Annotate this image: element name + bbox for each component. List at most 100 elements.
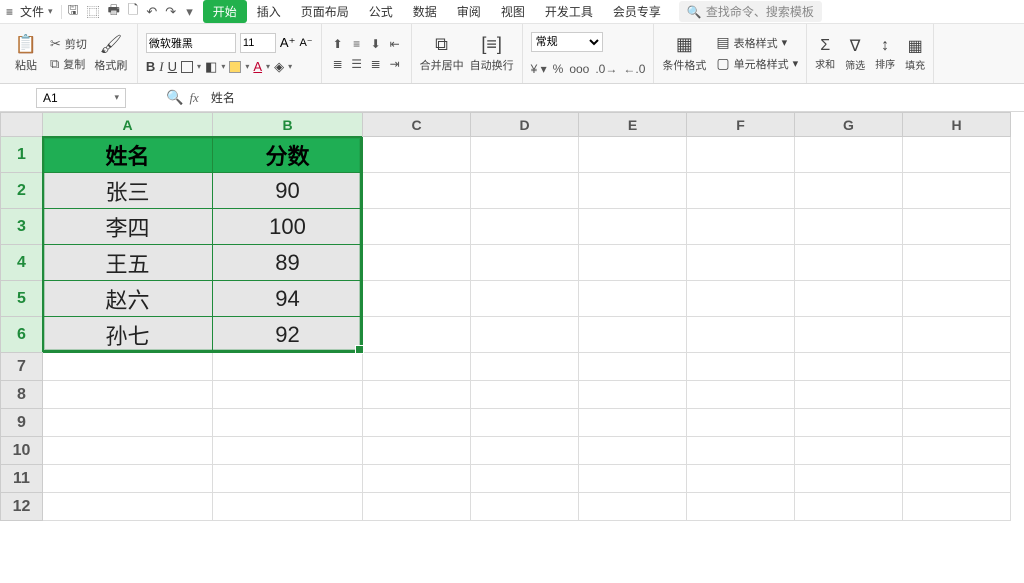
cell-B2[interactable]: 90 (213, 173, 363, 209)
cell-F12[interactable] (687, 493, 795, 521)
cell-B8[interactable] (213, 381, 363, 409)
cell-C5[interactable] (363, 281, 471, 317)
cell-E10[interactable] (579, 437, 687, 465)
percent-icon[interactable]: % (553, 62, 564, 76)
cell-H2[interactable] (903, 173, 1011, 209)
tab-2[interactable]: 页面布局 (291, 0, 359, 23)
format-painter-button[interactable]: 🖌 格式刷 (93, 34, 129, 73)
undo-icon[interactable]: ↶ (146, 4, 157, 20)
cell-A2[interactable]: 张三 (43, 173, 213, 209)
cell-C8[interactable] (363, 381, 471, 409)
cell-H12[interactable] (903, 493, 1011, 521)
cell-C2[interactable] (363, 173, 471, 209)
cell-G2[interactable] (795, 173, 903, 209)
table-style-button[interactable]: ▤表格样式▾ (716, 34, 798, 51)
save-icon[interactable]: 🖫 (68, 1, 79, 23)
border-more-icon[interactable]: ▾ (197, 62, 201, 71)
cell-F5[interactable] (687, 281, 795, 317)
preview2-icon[interactable]: 🗋 (128, 1, 138, 23)
dec-inc-icon[interactable]: .0→ (595, 62, 617, 76)
tab-6[interactable]: 视图 (491, 0, 535, 23)
cond-format-button[interactable]: ▦ 条件格式 (662, 34, 706, 73)
col-header-F[interactable]: F (687, 113, 795, 137)
formula-text[interactable]: 姓名 (211, 89, 235, 106)
cell-H7[interactable] (903, 353, 1011, 381)
tab-7[interactable]: 开发工具 (535, 0, 603, 23)
cell-C6[interactable] (363, 317, 471, 353)
search-box[interactable]: 🔍 查找命令、搜索模板 (679, 1, 822, 22)
cut-button[interactable]: ✂剪切 (50, 36, 87, 52)
cell-G10[interactable] (795, 437, 903, 465)
tab-3[interactable]: 公式 (359, 0, 403, 23)
font-size-select[interactable] (240, 33, 276, 53)
cell-A9[interactable] (43, 409, 213, 437)
cell-D9[interactable] (471, 409, 579, 437)
cell-A11[interactable] (43, 465, 213, 493)
cell-C11[interactable] (363, 465, 471, 493)
row-header-2[interactable]: 2 (1, 173, 43, 209)
increase-font-icon[interactable]: A⁺ (280, 35, 296, 51)
cell-H1[interactable] (903, 137, 1011, 173)
zoom-icon[interactable]: 🔍 (166, 89, 183, 106)
col-header-E[interactable]: E (579, 113, 687, 137)
merge-center-button[interactable]: ⧉ 合并居中 (420, 34, 464, 73)
fill-button[interactable]: ▦填充 (905, 36, 925, 72)
fill-more-icon[interactable]: ▾ (245, 62, 249, 71)
cell-C7[interactable] (363, 353, 471, 381)
cell-D2[interactable] (471, 173, 579, 209)
align-right-icon[interactable]: ≣ (368, 57, 384, 71)
tab-5[interactable]: 审阅 (447, 0, 491, 23)
cell-B7[interactable] (213, 353, 363, 381)
cell-A1[interactable]: 姓名 (43, 137, 213, 173)
paste-button[interactable]: 📋 粘贴 (8, 34, 44, 73)
cell-B1[interactable]: 分数 (213, 137, 363, 173)
cell-D6[interactable] (471, 317, 579, 353)
border-button[interactable] (181, 61, 193, 73)
cell-H4[interactable] (903, 245, 1011, 281)
cell-F3[interactable] (687, 209, 795, 245)
cell-E11[interactable] (579, 465, 687, 493)
cell-D10[interactable] (471, 437, 579, 465)
wrap-text-button[interactable]: [≡] 自动换行 (470, 34, 514, 73)
cell-E12[interactable] (579, 493, 687, 521)
row-header-11[interactable]: 11 (1, 465, 43, 493)
cell-shape-icon[interactable]: ◧ (205, 59, 217, 75)
cell-H11[interactable] (903, 465, 1011, 493)
cell-D3[interactable] (471, 209, 579, 245)
cell-F6[interactable] (687, 317, 795, 353)
cell-B10[interactable] (213, 437, 363, 465)
grid[interactable]: ABCDEFGH1姓名分数2张三903李四1004王五895赵六946孙七927… (0, 112, 1011, 521)
cell-E6[interactable] (579, 317, 687, 353)
cell-B11[interactable] (213, 465, 363, 493)
cell-C1[interactable] (363, 137, 471, 173)
cell-D12[interactable] (471, 493, 579, 521)
fontcolor-more-icon[interactable]: ▾ (266, 62, 270, 71)
cell-B12[interactable] (213, 493, 363, 521)
filter-button[interactable]: ∇筛选 (845, 36, 865, 72)
bold-button[interactable]: B (146, 59, 155, 74)
sum-button[interactable]: Σ求和 (815, 37, 835, 71)
effects-more-icon[interactable]: ▾ (288, 62, 292, 71)
cell-H10[interactable] (903, 437, 1011, 465)
cell-B3[interactable]: 100 (213, 209, 363, 245)
preview-icon[interactable]: ⿴ (87, 2, 100, 21)
cell-E3[interactable] (579, 209, 687, 245)
cell-B5[interactable]: 94 (213, 281, 363, 317)
cell-F7[interactable] (687, 353, 795, 381)
cell-E5[interactable] (579, 281, 687, 317)
cell-G5[interactable] (795, 281, 903, 317)
row-header-4[interactable]: 4 (1, 245, 43, 281)
indent-dec-icon[interactable]: ⇤ (387, 37, 403, 51)
align-top-icon[interactable]: ⬆ (330, 37, 346, 51)
cell-E4[interactable] (579, 245, 687, 281)
font-color-button[interactable]: A (253, 59, 262, 74)
cell-E2[interactable] (579, 173, 687, 209)
cell-style-button[interactable]: ▢单元格样式▾ (716, 55, 798, 72)
cell-shape-more-icon[interactable]: ▾ (221, 62, 225, 71)
row-header-10[interactable]: 10 (1, 437, 43, 465)
cell-E9[interactable] (579, 409, 687, 437)
cell-G9[interactable] (795, 409, 903, 437)
cell-D4[interactable] (471, 245, 579, 281)
cell-C3[interactable] (363, 209, 471, 245)
tab-4[interactable]: 数据 (403, 0, 447, 23)
